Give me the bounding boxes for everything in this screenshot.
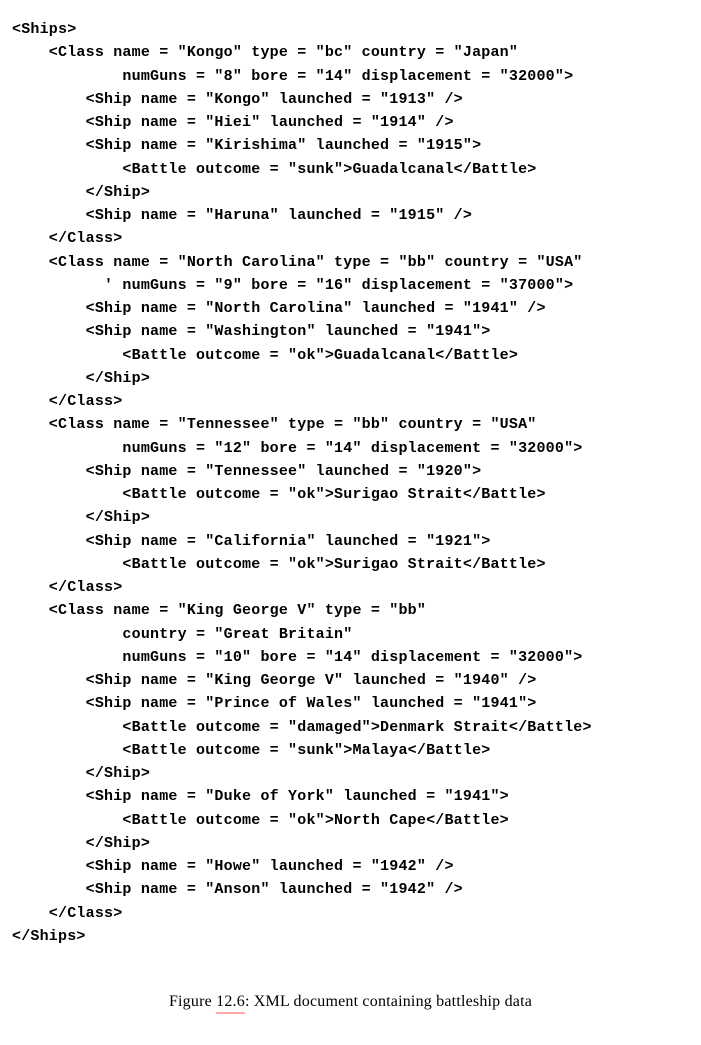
code-line: <Ship name = "Haruna" launched = "1915" …: [12, 207, 472, 224]
code-line: <Ship name = "Kongo" launched = "1913" /…: [12, 91, 463, 108]
code-line: <Ship name = "King George V" launched = …: [12, 672, 536, 689]
code-line: <Ship name = "Anson" launched = "1942" /…: [12, 881, 463, 898]
code-line: <Battle outcome = "ok">North Cape</Battl…: [12, 812, 509, 829]
code-line: <Ship name = "Hiei" launched = "1914" />: [12, 114, 454, 131]
code-line: <Ship name = "California" launched = "19…: [12, 533, 490, 550]
caption-text: : XML document containing battleship dat…: [245, 993, 532, 1010]
xml-code-listing: <Ships> <Class name = "Kongo" type = "bc…: [12, 18, 689, 948]
code-line: </Ship>: [12, 509, 150, 526]
code-line: <Battle outcome = "ok">Surigao Strait</B…: [12, 486, 546, 503]
code-line: </Class>: [12, 230, 122, 247]
code-line: ' numGuns = "9" bore = "16" displacement…: [12, 277, 573, 294]
code-line: </Class>: [12, 579, 122, 596]
caption-prefix: Figure: [169, 993, 216, 1010]
code-line: </Ship>: [12, 370, 150, 387]
code-line: </Class>: [12, 905, 122, 922]
code-line: numGuns = "12" bore = "14" displacement …: [12, 440, 583, 457]
code-line: <Ship name = "Duke of York" launched = "…: [12, 788, 509, 805]
code-line: <Ship name = "Washington" launched = "19…: [12, 323, 490, 340]
code-line: <Class name = "Tennessee" type = "bb" co…: [12, 416, 536, 433]
code-line: numGuns = "8" bore = "14" displacement =…: [12, 68, 573, 85]
figure-number: 12.6: [216, 990, 245, 1015]
code-line: <Ship name = "Howe" launched = "1942" />: [12, 858, 454, 875]
code-line: </Ships>: [12, 928, 86, 945]
code-line: <Class name = "Kongo" type = "bc" countr…: [12, 44, 518, 61]
code-line: <Class name = "North Carolina" type = "b…: [12, 254, 583, 271]
code-line: </Ship>: [12, 184, 150, 201]
figure-caption: Figure 12.6: XML document containing bat…: [12, 990, 689, 1015]
code-line: <Ships>: [12, 21, 76, 38]
code-line: <Ship name = "Kirishima" launched = "191…: [12, 137, 481, 154]
code-line: <Ship name = "North Carolina" launched =…: [12, 300, 546, 317]
code-line: <Ship name = "Prince of Wales" launched …: [12, 695, 536, 712]
code-line: numGuns = "10" bore = "14" displacement …: [12, 649, 583, 666]
code-line: </Ship>: [12, 835, 150, 852]
code-line: <Battle outcome = "sunk">Malaya</Battle>: [12, 742, 490, 759]
code-line: <Battle outcome = "damaged">Denmark Stra…: [12, 719, 592, 736]
code-line: </Ship>: [12, 765, 150, 782]
code-line: </Class>: [12, 393, 122, 410]
code-line: country = "Great Britain": [12, 626, 352, 643]
code-line: <Class name = "King George V" type = "bb…: [12, 602, 426, 619]
code-line: <Battle outcome = "ok">Surigao Strait</B…: [12, 556, 546, 573]
code-line: <Battle outcome = "ok">Guadalcanal</Batt…: [12, 347, 518, 364]
code-line: <Battle outcome = "sunk">Guadalcanal</Ba…: [12, 161, 536, 178]
code-line: <Ship name = "Tennessee" launched = "192…: [12, 463, 481, 480]
